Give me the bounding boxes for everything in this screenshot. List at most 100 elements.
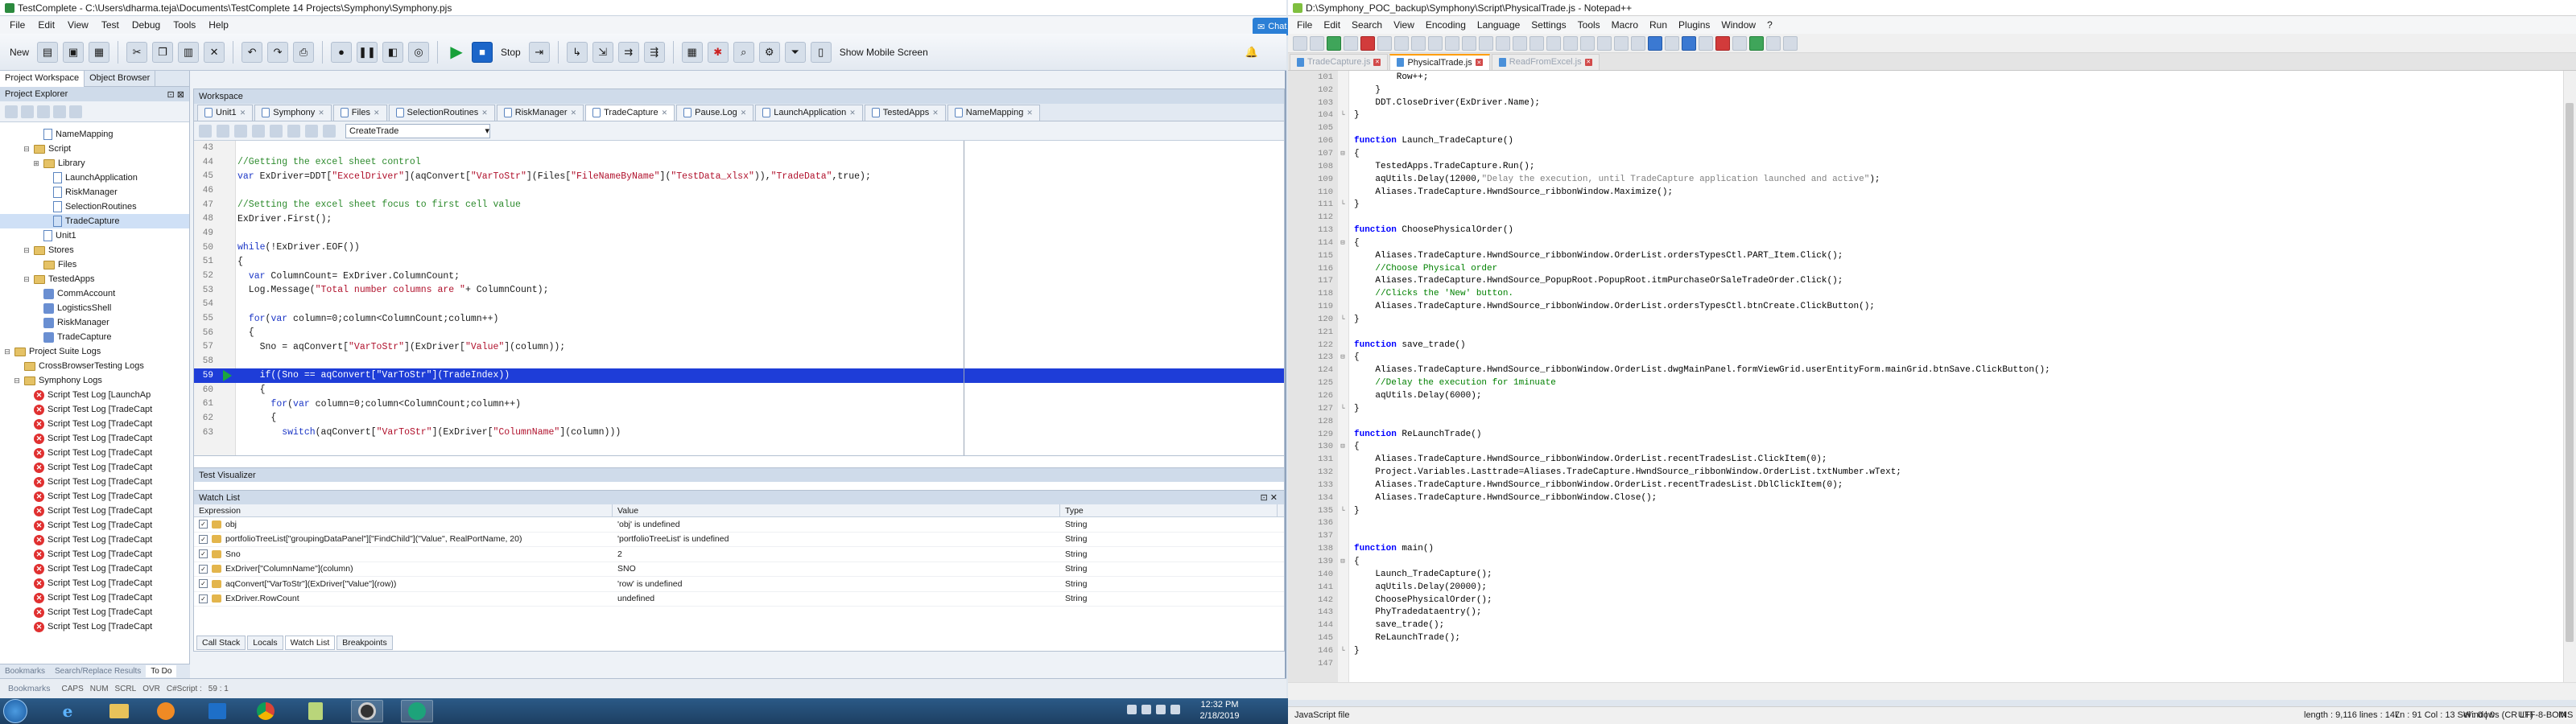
tree-toggle-icon[interactable]: ⊟ [3,348,11,356]
pause-icon[interactable]: ❚❚ [357,41,378,63]
npp-code-line[interactable]: 138 function main() [1288,542,2576,555]
tab-to-do[interactable]: To Do [146,665,177,677]
tree-item[interactable]: RiskManager [0,185,189,200]
close-tab-icon[interactable]: ✕ [662,109,668,117]
npp-file-tab[interactable]: ReadFromExcel.js ✕ [1491,53,1600,70]
tree-item[interactable]: Files [0,257,189,272]
code-line[interactable]: 61 for(var column=0;column<ColumnCount;c… [194,397,1284,411]
npp-menu-item[interactable]: Run [1644,19,1673,31]
close-icon[interactable] [1360,35,1375,51]
fold-marker-icon[interactable]: └ [1336,507,1349,515]
tree-item[interactable]: LaunchApplication [0,171,189,185]
code-line[interactable]: 63 switch(aqConvert["VarToStr"](ExDriver… [194,426,1284,440]
watch-checkbox[interactable]: ✓ [199,594,208,603]
npp-code-line[interactable]: 139 ⊟ { [1288,555,2576,568]
open-file-icon[interactable] [1310,35,1324,51]
tree-item[interactable]: CrossBrowserTesting Logs [0,359,189,373]
npp-code-line[interactable]: 108 TestedApps.TradeCapture.Run(); [1288,160,2576,173]
wrap-icon[interactable] [1597,35,1612,51]
indent-icon[interactable] [199,124,212,138]
tree-toggle-icon[interactable]: ⊟ [23,246,31,255]
npp-code-line[interactable]: 145 ReLaunchTrade(); [1288,631,2576,644]
stop-icon[interactable]: ■ [472,41,493,63]
taskbar-app-icon[interactable] [351,700,383,722]
tree-item[interactable]: ✕ Script Test Log [TradeCapt [0,590,189,605]
editor-tab[interactable]: NameMapping ✕ [947,104,1040,121]
tree-item[interactable]: ⊟ Symphony Logs [0,373,189,388]
tree-item[interactable]: ✕ Script Test Log [TradeCapt [0,547,189,562]
spy-icon[interactable]: ◎ [408,41,430,63]
code-line[interactable]: 52 var ColumnCount= ExDriver.ColumnCount… [194,269,1284,283]
tray-volume-icon[interactable] [1156,705,1166,714]
fold-marker-icon[interactable]: └ [1336,405,1349,413]
doc-map-icon[interactable] [1648,35,1662,51]
npp-code-line[interactable]: 123 ⊟ { [1288,352,2576,364]
code-line[interactable]: 56 { [194,326,1284,340]
watch-row[interactable]: ✓ ExDriver["ColumnName"](column) SNO String [194,562,1284,577]
close-tab-icon[interactable]: ✕ [240,109,246,117]
save-icon[interactable] [1327,35,1341,51]
tab-project-workspace[interactable]: Project Workspace [0,70,85,87]
tools-icon[interactable]: ⚙ [758,41,780,63]
npp-editor[interactable]: 101 Row++; 102 } 103 DDT.CloseDriver(ExDri… [1288,71,2576,682]
npp-menu-item[interactable]: ? [1761,19,1778,31]
fold-marker-icon[interactable]: ⊟ [1336,353,1349,361]
editor-tab[interactable]: TradeCapture ✕ [585,104,675,121]
run-macro-icon[interactable] [1766,35,1781,51]
taskbar-chrome-icon[interactable] [250,700,282,722]
tree-item[interactable]: ⊟ TestedApps [0,272,189,286]
npp-code-line[interactable]: 144 save_trade(); [1288,619,2576,631]
npp-code-line[interactable]: 118 //Clicks the 'New' button. [1288,287,2576,300]
watch-row[interactable]: ✓ Sno 2 String [194,547,1284,562]
tree-item[interactable]: ✕ Script Test Log [TradeCapt [0,446,189,460]
tree-item[interactable]: ✕ Script Test Log [LaunchAp [0,388,189,402]
redo-icon[interactable] [1479,35,1493,51]
watch-checkbox[interactable]: ✓ [199,534,208,544]
cut-icon[interactable] [1411,35,1426,51]
magnifier-icon[interactable]: ⌕ [733,41,754,63]
close-tab-icon[interactable]: ✕ [1475,59,1483,66]
close-tab-icon[interactable]: ✕ [932,109,939,117]
code-line[interactable]: 57 Sno = aqConvert["VarToStr"](ExDriver[… [194,340,1284,355]
npp-code-line[interactable]: 122 function save_trade() [1288,339,2576,352]
fold-marker-icon[interactable]: ⊟ [1336,150,1349,158]
step-icon[interactable]: ⇥ [528,41,550,63]
npp-code-line[interactable]: 143 PhyTradedataentry(); [1288,606,2576,619]
column-expression[interactable]: Expression [194,504,613,517]
indent-guide-icon[interactable] [1631,35,1645,51]
npp-code-line[interactable]: 113 function ChoosePhysicalOrder() [1288,224,2576,237]
taskbar-testcomplete-icon[interactable] [401,700,433,722]
open-icon[interactable]: ▤ [37,41,59,63]
npp-code-line[interactable]: 119 Aliases.TradeCapture.HwndSource_ribb… [1288,300,2576,313]
filter-icon[interactable]: ⏷ [784,41,806,63]
cut-icon[interactable]: ✂ [126,41,148,63]
npp-menu-item[interactable]: Plugins [1673,19,1715,31]
fold-marker-icon[interactable]: └ [1336,200,1349,208]
watch-checkbox[interactable]: ✓ [199,520,208,529]
column-value[interactable]: Value [613,504,1060,517]
step-over-icon[interactable]: ⇲ [592,41,613,63]
editor-tab[interactable]: Symphony ✕ [254,104,332,121]
npp-code-line[interactable]: 114 ⊟ { [1288,237,2576,249]
folder-workspace-icon[interactable] [1682,35,1696,51]
record-icon[interactable]: ● [331,41,353,63]
npp-file-tab[interactable]: TradeCapture.js ✕ [1290,53,1389,70]
sync-v-icon[interactable] [1563,35,1578,51]
paste-icon[interactable]: ▥ [178,41,200,63]
tree-item[interactable]: ✕ Script Test Log [TradeCapt [0,460,189,475]
code-line[interactable]: 49 [194,226,1284,241]
tree-toggle-icon[interactable]: ⊟ [13,376,21,385]
npp-menu-item[interactable]: Edit [1318,19,1346,31]
npp-code-line[interactable]: 106 function Launch_TradeCapture() [1288,134,2576,147]
run-to-cursor-icon[interactable]: ⇉ [617,41,639,63]
npp-code-line[interactable]: 131 Aliases.TradeCapture.HwndSource_ribb… [1288,453,2576,466]
tree-item[interactable]: ✕ Script Test Log [TradeCapt [0,431,189,446]
taskbar-clock[interactable]: 12:32 PM 2/18/2019 [1191,699,1248,722]
editor-tab[interactable]: SelectionRoutines ✕ [388,104,495,121]
undo-icon[interactable]: ↶ [242,41,263,63]
debug-tab[interactable]: Locals [247,636,283,650]
menu-edit[interactable]: Edit [31,19,61,31]
close-tab-icon[interactable]: ✕ [741,109,747,117]
npp-code-line[interactable]: 107 ⊟ { [1288,147,2576,160]
copy-icon[interactable]: ❐ [152,41,174,63]
